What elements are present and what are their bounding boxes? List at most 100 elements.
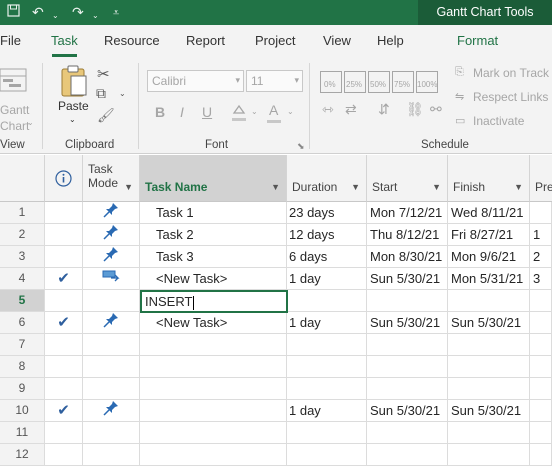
task-mode-cell[interactable] [83,202,140,223]
header-task-name[interactable]: Task Name ▼ [140,155,287,202]
start-cell[interactable] [367,334,448,355]
font-name-select[interactable]: Calibri ▾ [147,70,244,92]
underline-button[interactable]: U [202,104,212,120]
save-icon[interactable] [7,4,20,20]
finish-cell[interactable]: Mon 9/6/21 [448,246,530,267]
paste-button[interactable]: Paste [58,99,89,113]
italic-button[interactable]: I [180,104,184,120]
predecessors-cell[interactable] [530,422,552,443]
copy-icon[interactable]: ⧉ [96,85,106,102]
chevron-down-icon[interactable]: ▼ [124,182,133,192]
undo-icon[interactable]: ↶ [32,4,44,20]
duration-cell[interactable]: 1 day [287,400,367,421]
task-name-cell[interactable]: Task 3 [140,246,287,267]
update-task-icon[interactable]: ⇄ [345,101,357,118]
undo-dropdown-icon[interactable]: ⌄ [52,8,59,24]
start-cell[interactable] [367,356,448,377]
task-name-cell[interactable] [140,444,287,465]
finish-cell[interactable]: Sun 5/30/21 [448,312,530,333]
start-cell[interactable]: Sun 5/30/21 [367,268,448,289]
task-name-cell[interactable] [140,422,287,443]
table-row[interactable]: 6 ✔ <New Task> 1 day Sun 5/30/21 Sun 5/30/21 [0,312,552,334]
redo-dropdown-icon[interactable]: ⌄ [92,8,99,24]
start-cell[interactable]: Mon 7/12/21 [367,202,448,223]
highlight-color-icon[interactable] [230,103,248,128]
customize-qat-icon[interactable]: ⩡ [113,5,119,21]
table-row[interactable]: 8 [0,356,552,378]
chevron-down-icon[interactable]: ⌄ [27,118,34,127]
duration-cell[interactable]: 1 day [287,268,367,289]
start-cell[interactable] [367,378,448,399]
font-size-select[interactable]: 11 ▾ [246,70,303,92]
duration-cell[interactable] [287,444,367,465]
duration-cell[interactable] [287,334,367,355]
duration-cell[interactable]: 6 days [287,246,367,267]
table-row[interactable]: 11 [0,422,552,444]
finish-cell[interactable] [448,356,530,377]
predecessors-cell[interactable]: 1 [530,224,552,245]
table-row[interactable]: 1 Task 1 23 days Mon 7/12/21 Wed 8/11/21 [0,202,552,224]
gantt-chart-button-line2[interactable]: Chart [0,119,29,133]
duration-cell[interactable]: 1 day [287,312,367,333]
task-name-cell[interactable] [140,400,287,421]
table-row[interactable]: 12 [0,444,552,466]
gantt-chart-button[interactable]: Gantt [0,103,29,117]
duration-cell[interactable] [287,378,367,399]
task-mode-cell[interactable] [83,378,140,399]
task-mode-cell[interactable] [83,224,140,245]
task-name-cell[interactable]: <New Task> [140,268,287,289]
start-cell[interactable]: Sun 5/30/21 [367,400,448,421]
cut-icon[interactable]: ✂ [97,65,110,83]
table-row[interactable]: 5 INSERT [0,290,552,313]
task-name-cell[interactable]: Task 2 [140,224,287,245]
dialog-launcher-icon[interactable]: ⬊ [297,141,305,152]
predecessors-cell[interactable]: 3 [530,268,552,289]
header-indicators[interactable] [45,155,83,202]
tab-view[interactable]: View [323,33,351,48]
finish-cell[interactable]: Fri 8/27/21 [448,224,530,245]
inactivate-button[interactable]: Inactivate [473,114,524,128]
unlink-tasks-icon[interactable]: ⚯ [430,101,442,118]
predecessors-cell[interactable] [530,444,552,465]
tab-help[interactable]: Help [377,33,404,48]
split-task-icon[interactable]: ⇿ [322,101,334,118]
start-cell[interactable]: Thu 8/12/21 [367,224,448,245]
finish-cell[interactable]: Wed 8/11/21 [448,202,530,223]
start-cell[interactable] [367,290,448,311]
header-finish[interactable]: Finish ▼ [448,155,530,202]
predecessors-cell[interactable] [530,290,552,311]
task-mode-cell[interactable] [83,400,140,421]
predecessors-cell[interactable]: 2 [530,246,552,267]
predecessors-cell[interactable] [530,334,552,355]
task-name-cell[interactable]: Task 1 [140,202,287,223]
tab-report[interactable]: Report [186,33,225,48]
start-cell[interactable] [367,422,448,443]
chevron-down-icon[interactable]: ▼ [351,182,360,192]
task-name-cell[interactable]: <New Task> [140,312,287,333]
task-name-edit-input[interactable]: INSERT [140,290,288,313]
predecessors-cell[interactable] [530,202,552,223]
table-row[interactable]: 7 [0,334,552,356]
table-row[interactable]: 2 Task 2 12 days Thu 8/12/21 Fri 8/27/21 1 [0,224,552,246]
copy-dropdown-icon[interactable]: ⌄ [119,89,126,98]
predecessors-cell[interactable] [530,312,552,333]
header-start[interactable]: Start ▼ [367,155,448,202]
format-painter-icon[interactable]: 🖌 [97,107,115,124]
predecessors-cell[interactable] [530,356,552,377]
predecessors-cell[interactable] [530,400,552,421]
select-all-corner[interactable] [0,155,45,202]
chevron-down-icon[interactable]: ▼ [514,182,523,192]
header-predecessors[interactable]: Pre [530,155,552,202]
finish-cell[interactable] [448,444,530,465]
chevron-down-icon[interactable]: ⌄ [287,107,294,116]
link-tasks-icon[interactable]: ⛓ [406,101,424,118]
table-row[interactable]: 4 ✔ <New Task> 1 day Sun 5/30/21 Mon 5/31/21 3 [0,268,552,290]
header-duration[interactable]: Duration ▼ [287,155,367,202]
predecessors-cell[interactable] [530,378,552,399]
chevron-down-icon[interactable]: ▼ [271,182,280,192]
task-mode-cell[interactable] [83,444,140,465]
task-mode-cell[interactable] [83,422,140,443]
move-task-icon[interactable]: ⇵ [378,101,390,118]
task-name-cell[interactable] [140,334,287,355]
finish-cell[interactable] [448,290,530,311]
